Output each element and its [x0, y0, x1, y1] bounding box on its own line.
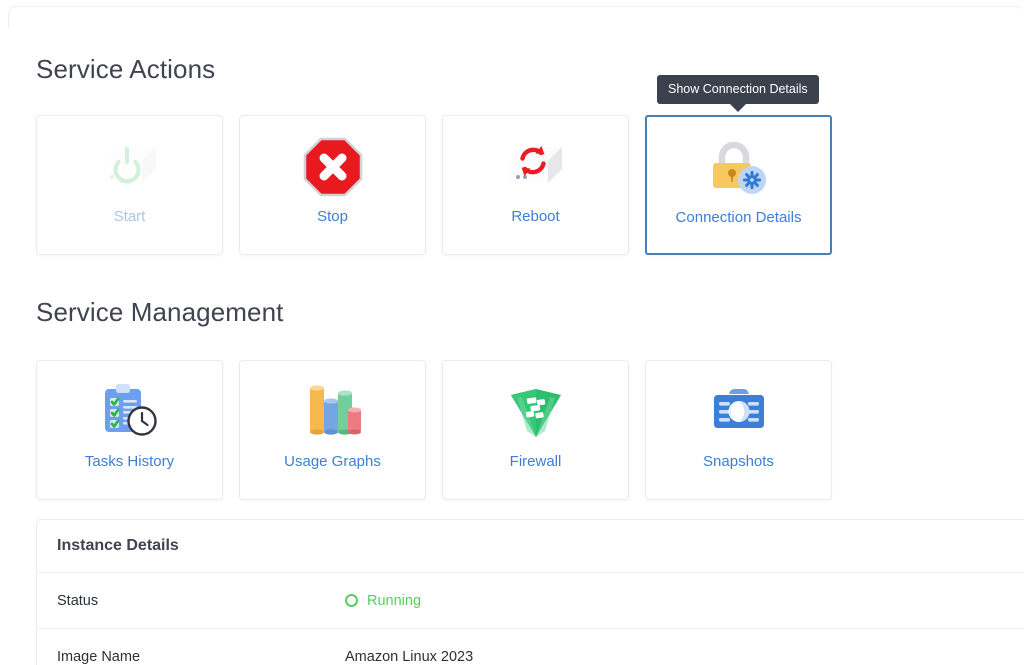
management-card-firewall-label: Firewall: [509, 453, 562, 470]
stop-octagon-icon: [301, 128, 365, 206]
detail-value-image-name: Amazon Linux 2023: [345, 648, 474, 665]
management-card-snapshots[interactable]: Snapshots: [645, 360, 832, 500]
service-actions-cards: Start Stop Reboot Connection Details: [36, 115, 832, 255]
status-circle-icon: [345, 594, 358, 607]
detail-label-image-name: Image Name: [57, 648, 141, 665]
service-management-heading: Service Management: [36, 297, 284, 327]
action-card-stop-label: Stop: [317, 208, 348, 225]
clipboard-clock-icon: [97, 373, 163, 451]
server-reboot-icon: [500, 128, 572, 206]
management-card-usage-graphs[interactable]: Usage Graphs: [239, 360, 426, 500]
service-actions-heading: Service Actions: [36, 54, 216, 84]
action-card-start-label: Start: [113, 208, 146, 225]
camera-icon: [708, 373, 770, 451]
action-card-reboot[interactable]: Reboot: [442, 115, 629, 255]
lock-gear-icon: [704, 129, 774, 207]
bar-chart-icon: [302, 373, 364, 451]
action-card-reboot-label: Reboot: [511, 208, 560, 225]
management-card-tasks-history-label: Tasks History: [84, 453, 175, 470]
shield-brick-icon: [506, 373, 566, 451]
instance-details-title: Instance Details: [37, 520, 1024, 573]
management-card-firewall[interactable]: Firewall: [442, 360, 629, 500]
table-row: Status Running: [37, 573, 1024, 629]
service-management-cards: Tasks History Usage Graphs Firewall Snap…: [36, 360, 832, 500]
detail-label-status: Status: [57, 592, 99, 609]
management-card-snapshots-label: Snapshots: [703, 453, 774, 470]
management-card-usage-graphs-label: Usage Graphs: [284, 453, 381, 470]
action-card-connection-details-label: Connection Details: [675, 209, 802, 226]
action-card-stop[interactable]: Stop: [239, 115, 426, 255]
panel-top-edge: [8, 6, 1024, 28]
management-card-tasks-history[interactable]: Tasks History: [36, 360, 223, 500]
connection-details-tooltip: Show Connection Details: [657, 75, 819, 112]
status-badge: Running: [367, 592, 422, 609]
table-row: Image Name Amazon Linux 2023: [37, 629, 1024, 665]
detail-value-status: Running: [345, 593, 421, 609]
action-card-connection-details[interactable]: Connection Details: [645, 115, 832, 255]
instance-details-panel: Instance Details Status Running Image Na…: [36, 519, 1024, 665]
server-power-icon: [94, 128, 166, 206]
action-card-start[interactable]: Start: [36, 115, 223, 255]
service-overview-page: Service Actions Show Connection Details: [0, 0, 1024, 665]
